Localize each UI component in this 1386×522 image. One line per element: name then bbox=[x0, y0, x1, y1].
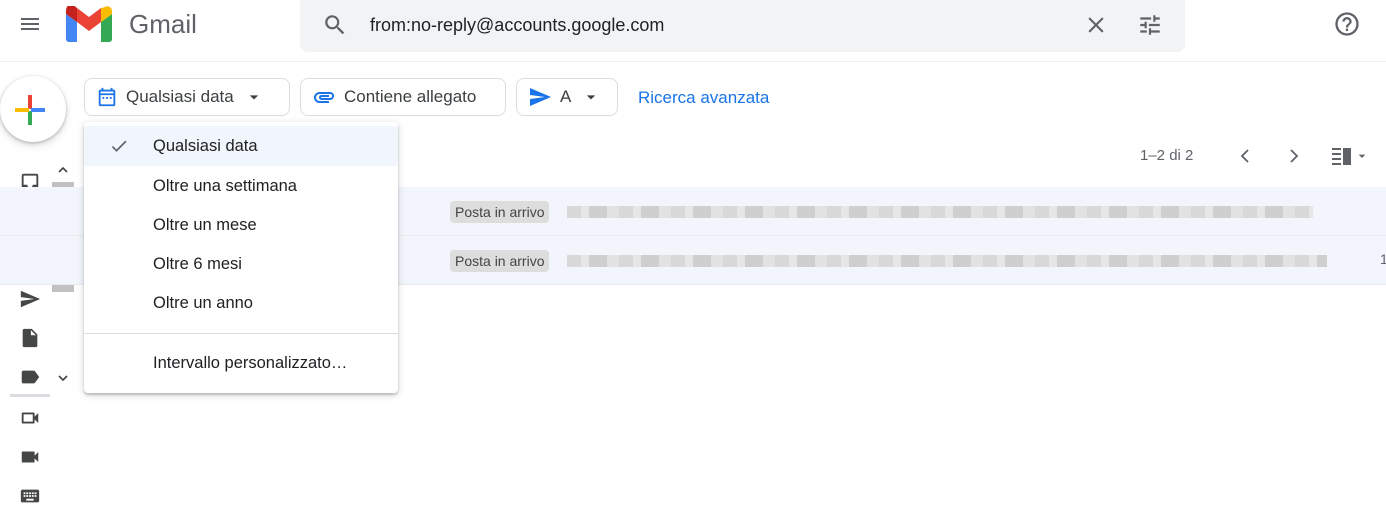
dropdown-arrow-icon bbox=[1358, 154, 1366, 158]
chevron-right-icon[interactable] bbox=[1284, 144, 1304, 173]
search-options-icon[interactable] bbox=[1137, 12, 1163, 43]
attachment-filter-chip[interactable]: Contiene allegato bbox=[300, 78, 506, 116]
message-date: 1 bbox=[1380, 251, 1386, 267]
date-option-6-months[interactable]: Oltre 6 mesi bbox=[84, 244, 398, 284]
date-option-label: Intervallo personalizzato… bbox=[153, 354, 348, 372]
main-menu-button[interactable] bbox=[12, 8, 48, 40]
date-filter-chip[interactable]: Qualsiasi data bbox=[84, 78, 290, 116]
attachment-filter-label: Contiene allegato bbox=[344, 87, 477, 106]
menu-divider bbox=[84, 333, 398, 334]
gmail-m-icon bbox=[66, 4, 112, 42]
help-icon[interactable] bbox=[1333, 10, 1361, 43]
advanced-search-link[interactable]: Ricerca avanzata bbox=[638, 88, 769, 108]
keyboard-icon[interactable] bbox=[18, 484, 42, 508]
top-bar: Gmail bbox=[0, 0, 1386, 62]
date-option-label: Oltre un anno bbox=[153, 294, 253, 312]
video-icon[interactable] bbox=[18, 445, 42, 469]
clear-search-icon[interactable] bbox=[1083, 12, 1109, 43]
send-icon bbox=[530, 88, 551, 106]
scroll-up-icon[interactable] bbox=[57, 164, 69, 176]
date-option-week[interactable]: Oltre una settimana bbox=[84, 166, 398, 206]
date-filter-label: Qualsiasi data bbox=[126, 87, 234, 106]
date-option-month[interactable]: Oltre un mese bbox=[84, 205, 398, 245]
inbox-label-badge: Posta in arrivo bbox=[450, 201, 550, 223]
date-option-label: Qualsiasi data bbox=[153, 137, 258, 155]
to-filter-label: A bbox=[560, 87, 572, 106]
dropdown-arrow-icon bbox=[587, 95, 596, 100]
pagination-range: 1–2 di 2 bbox=[1140, 147, 1194, 164]
search-icon[interactable] bbox=[322, 12, 348, 43]
chevron-left-icon[interactable] bbox=[1235, 144, 1255, 173]
search-bar bbox=[300, 0, 1185, 52]
sent-icon[interactable] bbox=[18, 287, 42, 311]
checkmark-icon bbox=[111, 140, 127, 152]
new-meeting-icon[interactable] bbox=[18, 406, 42, 430]
rail-divider bbox=[10, 394, 50, 397]
date-option-label: Oltre una settimana bbox=[153, 177, 297, 195]
redacted-snippet bbox=[567, 255, 1327, 267]
date-option-label: Oltre un mese bbox=[153, 216, 257, 234]
date-option-custom[interactable]: Intervallo personalizzato… bbox=[84, 343, 398, 383]
redacted-snippet bbox=[567, 206, 1313, 218]
split-pane-icon bbox=[1332, 148, 1351, 165]
split-pane-toggle[interactable] bbox=[1330, 145, 1370, 167]
date-option-year[interactable]: Oltre un anno bbox=[84, 283, 398, 323]
app-name: Gmail bbox=[129, 9, 197, 39]
date-filter-menu: Qualsiasi data Oltre una settimana Oltre… bbox=[84, 122, 398, 393]
hamburger-menu-icon bbox=[21, 18, 39, 30]
paperclip-icon bbox=[314, 92, 334, 103]
search-input[interactable] bbox=[370, 10, 1070, 40]
date-option-any[interactable]: Qualsiasi data bbox=[84, 126, 398, 166]
gmail-logo[interactable] bbox=[66, 4, 112, 42]
inbox-label-badge: Posta in arrivo bbox=[450, 250, 550, 272]
to-filter-chip[interactable]: A bbox=[516, 78, 618, 116]
calendar-icon bbox=[98, 87, 116, 107]
scroll-down-icon[interactable] bbox=[57, 372, 69, 384]
label-icon[interactable] bbox=[18, 365, 42, 389]
dropdown-arrow-icon bbox=[249, 95, 258, 100]
compose-button[interactable] bbox=[0, 76, 66, 142]
draft-icon[interactable] bbox=[18, 326, 42, 350]
plus-icon bbox=[15, 95, 45, 125]
date-option-label: Oltre 6 mesi bbox=[153, 255, 242, 273]
